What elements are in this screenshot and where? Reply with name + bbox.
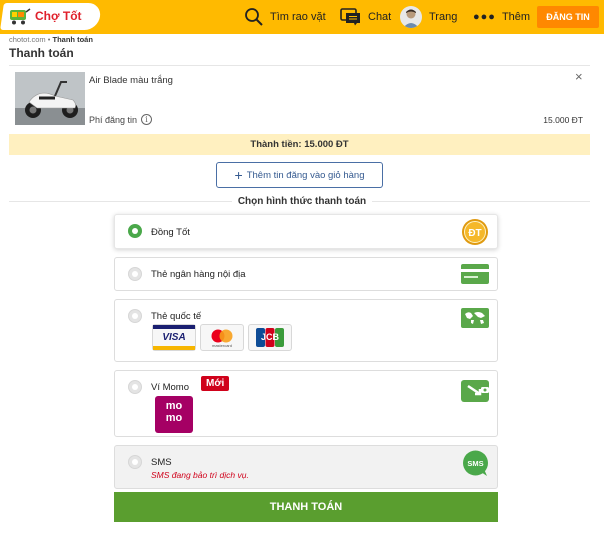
nav-more[interactable]: ●●● Thêm — [473, 0, 530, 34]
radio-dong-tot[interactable] — [128, 224, 142, 238]
radio-international-card[interactable] — [128, 309, 142, 323]
chotot-logo[interactable]: Chợ Tốt — [0, 3, 102, 30]
total-amount: Thành tiền: 15.000 ĐT — [9, 134, 590, 155]
top-header: Chợ Tốt Tìm rao vặt Chat Trang ●●● Thêm — [0, 0, 604, 34]
divider — [9, 65, 590, 66]
nav-chat[interactable]: Chat — [340, 0, 391, 34]
new-badge: Mới — [201, 376, 230, 391]
nav-user-profile[interactable]: Trang — [400, 0, 457, 34]
breadcrumb-current: Thanh toán — [52, 35, 93, 44]
nav-chat-label: Chat — [368, 11, 392, 23]
wallet-icon — [461, 378, 489, 405]
item-price: 15.000 ĐT — [543, 115, 583, 125]
dong-tot-coin-icon: ĐT — [461, 218, 489, 249]
option-label: Thẻ quốc tế — [151, 311, 202, 322]
radio-domestic-card[interactable] — [128, 267, 142, 281]
breadcrumb: chotot.com • Thanh toán — [9, 35, 93, 44]
item-fee-label: Phí đăng tin — [89, 114, 138, 125]
avatar — [400, 6, 422, 28]
chat-icon — [340, 8, 360, 26]
info-icon[interactable]: i — [141, 114, 153, 125]
bank-card-icon — [461, 264, 489, 287]
page-title: Thanh toán — [9, 46, 74, 60]
option-label: Ví Momo — [151, 382, 190, 393]
jcb-text: JCB — [260, 332, 279, 342]
payment-option-dong-tot[interactable]: Đồng Tốt ĐT — [114, 214, 498, 249]
radio-momo[interactable] — [128, 380, 142, 394]
option-label: Đồng Tốt — [151, 227, 190, 238]
nav-search-label: Tìm rao vặt — [270, 11, 326, 23]
sms-maintenance-note: SMS đang bảo trì dịch vụ. — [151, 470, 249, 480]
pay-button[interactable]: THANH TOÁN — [114, 492, 498, 522]
item-name[interactable]: Air Blade màu trắng — [89, 75, 173, 86]
cart-logo-icon — [10, 8, 31, 25]
sms-icon: SMS — [462, 450, 490, 481]
remove-item-close-icon[interactable]: × — [575, 70, 583, 83]
add-to-cart-button[interactable]: + Thêm tin đăng vào giỏ hàng — [216, 162, 383, 188]
breadcrumb-separator: • — [47, 35, 51, 44]
mastercard-logo: mastercard — [200, 324, 244, 351]
post-ad-button[interactable]: ĐĂNG TIN — [537, 6, 599, 28]
plus-icon: + — [234, 167, 243, 183]
svg-text:SMS: SMS — [467, 459, 483, 468]
radio-sms[interactable] — [128, 455, 142, 469]
payment-option-momo[interactable]: Ví Momo Mới mo mo — [114, 370, 498, 437]
add-to-cart-label: Thêm tin đăng vào giỏ hàng — [246, 169, 365, 181]
more-dots-icon: ●●● — [473, 11, 496, 23]
search-icon — [245, 8, 263, 26]
jcb-card-logo: JCB — [248, 324, 292, 351]
visa-card-logo: VISA — [152, 324, 196, 351]
payment-option-international-card[interactable]: Thẻ quốc tế VISA mastercard JCB — [114, 299, 498, 362]
item-fee: Phí đăng tin i — [89, 114, 153, 125]
section-title: Chọn hình thức thanh toán — [0, 196, 604, 207]
payment-option-domestic-card[interactable]: Thẻ ngân hàng nội địa — [114, 257, 498, 291]
option-label: Thẻ ngân hàng nội địa — [151, 269, 246, 280]
nav-more-label: Thêm — [501, 11, 531, 23]
svg-text:ĐT: ĐT — [468, 228, 481, 239]
nav-user-label: Trang — [429, 11, 458, 23]
payment-option-sms[interactable]: SMS SMS đang bảo trì dịch vụ. SMS — [114, 445, 498, 489]
breadcrumb-home[interactable]: chotot.com — [9, 35, 46, 44]
item-thumbnail — [15, 72, 85, 125]
logo-text: Chợ Tốt — [35, 9, 82, 23]
nav-search[interactable]: Tìm rao vặt — [244, 0, 326, 34]
world-card-icon — [461, 308, 489, 331]
momo-logo: mo mo — [155, 396, 193, 433]
option-label: SMS — [151, 457, 172, 468]
